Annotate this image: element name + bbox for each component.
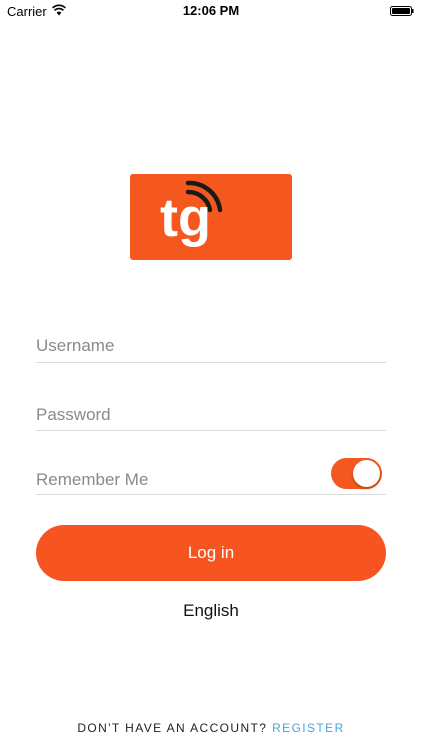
password-field[interactable] <box>36 402 386 431</box>
password-input[interactable] <box>36 402 386 428</box>
no-account-prompt: DON'T HAVE AN ACCOUNT? <box>77 721 268 735</box>
register-footer: DON'T HAVE AN ACCOUNT? REGISTER <box>0 721 422 735</box>
login-button[interactable]: Log in <box>36 525 386 581</box>
app-logo: tg <box>130 174 292 260</box>
clock: 12:06 PM <box>182 3 240 18</box>
remember-me-toggle[interactable] <box>331 458 382 489</box>
logo-text: tg <box>160 188 211 248</box>
battery-icon <box>390 6 414 16</box>
username-input[interactable] <box>36 333 386 359</box>
language-selector[interactable]: English <box>0 601 422 621</box>
username-field[interactable] <box>36 333 386 363</box>
register-link[interactable]: REGISTER <box>272 721 345 735</box>
logo-graphic: tg <box>160 180 223 248</box>
status-bar: Carrier 12:06 PM <box>0 0 422 22</box>
login-screen: Carrier 12:06 PM tg Remember Me <box>0 0 422 750</box>
remember-me-label: Remember Me <box>36 470 149 489</box>
toggle-knob <box>353 460 380 487</box>
remember-me-row: Remember Me <box>36 455 386 495</box>
